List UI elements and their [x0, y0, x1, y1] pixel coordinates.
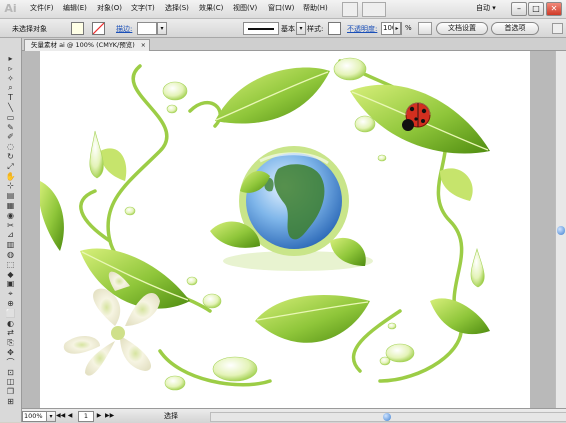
stroke-label[interactable]: 描边:	[116, 24, 132, 34]
globe	[210, 146, 373, 271]
tab-close-icon[interactable]: ×	[141, 40, 146, 51]
first-artboard-button[interactable]: ◀◀	[56, 411, 65, 420]
tool-button-23[interactable]: ◆	[4, 270, 17, 280]
tool-button-10[interactable]: ◌	[4, 142, 17, 152]
tool-button-31[interactable]: ✥	[4, 348, 17, 358]
opacity-unit: %	[405, 24, 412, 32]
tool-button-4[interactable]: ⌕	[4, 83, 17, 93]
stroke-weight-arrow[interactable]: ▾	[157, 22, 167, 35]
tool-button-13[interactable]: ✋	[4, 172, 17, 182]
status-bar: 100% ▾ ◀◀ ◀ 1 ▶ ▶▶ 选择	[22, 408, 566, 423]
workspace-switcher[interactable]: 自动 ▾	[476, 3, 496, 13]
tool-button-2[interactable]: ▹	[4, 64, 17, 74]
tool-button-25[interactable]: ⌖	[4, 289, 17, 299]
menu-edit[interactable]: 编辑(E)	[63, 3, 87, 13]
tool-button-24[interactable]: ▣	[4, 279, 17, 289]
tool-button-8[interactable]: ✎	[4, 123, 17, 133]
menu-bar: Ai 文件(F) 编辑(E) 对象(O) 文字(T) 选择(S) 效果(C) 视…	[0, 0, 566, 19]
tool-button-33[interactable]: ⊡	[4, 368, 17, 378]
tool-button-14[interactable]: ⊹	[4, 181, 17, 191]
tool-button-35[interactable]: ❐	[4, 387, 17, 397]
panel-menu-button[interactable]	[552, 23, 563, 34]
opacity-label[interactable]: 不透明度:	[347, 24, 377, 34]
next-artboard-button[interactable]: ▶	[95, 411, 103, 420]
menu-select[interactable]: 选择(S)	[165, 3, 189, 13]
tool-button-5[interactable]: T	[4, 93, 17, 103]
status-tool-label: 选择	[164, 412, 178, 420]
horizontal-scroll-thumb[interactable]	[383, 413, 391, 421]
tool-button-30[interactable]: ⎘	[4, 338, 17, 348]
style-swatch[interactable]	[328, 22, 341, 35]
app-logo: Ai	[4, 2, 17, 15]
tool-button-3[interactable]: ✧	[4, 74, 17, 84]
tool-button-1[interactable]: ▸	[4, 54, 17, 64]
document-tab-bar: 矢量素材 ai @ 100% (CMYK/预览) ×	[22, 38, 566, 51]
stroke-line-preview	[248, 28, 274, 30]
tool-button-15[interactable]: ▤	[4, 191, 17, 201]
menu-object[interactable]: 对象(O)	[97, 3, 122, 13]
bridge-button[interactable]	[342, 2, 358, 17]
tool-button-22[interactable]: ⬚	[4, 260, 17, 270]
tool-button-34[interactable]: ◫	[4, 377, 17, 387]
selection-state: 未选择对象	[12, 25, 47, 33]
vertical-scroll-thumb[interactable]	[557, 226, 565, 235]
doc-setup-button[interactable]: 文档设置	[436, 22, 488, 35]
tool-button-7[interactable]: ▭	[4, 113, 17, 123]
stroke-swatch[interactable]	[92, 22, 105, 35]
tool-button-27[interactable]: ⬜	[4, 309, 17, 319]
tool-button-29[interactable]: ⇄	[4, 328, 17, 338]
tool-button-28[interactable]: ◐	[4, 319, 17, 329]
last-artboard-button[interactable]: ▶▶	[105, 411, 114, 420]
arrange-documents-button[interactable]	[362, 2, 386, 17]
tool-button-11[interactable]: ↻	[4, 152, 17, 162]
menu-window[interactable]: 窗口(W)	[268, 3, 294, 13]
zoom-dropdown-arrow[interactable]: ▾	[46, 411, 56, 422]
brush-arrow[interactable]: ▾	[296, 22, 306, 35]
tool-button-12[interactable]: ⤢	[4, 162, 17, 172]
style-label: 样式:	[307, 25, 324, 33]
minimize-button[interactable]: –	[511, 2, 527, 16]
artwork-illustration	[38, 57, 490, 391]
horizontal-scrollbar[interactable]	[210, 412, 566, 422]
tool-button-32[interactable]: ⌒	[4, 358, 17, 368]
tool-button-6[interactable]: ╲	[4, 103, 17, 113]
vertical-scrollbar[interactable]	[555, 51, 566, 408]
tool-button-36[interactable]: ⊞	[4, 397, 17, 407]
menu-file[interactable]: 文件(F)	[30, 3, 54, 13]
menu-effect[interactable]: 效果(C)	[199, 3, 223, 13]
tool-button-19[interactable]: ⊿	[4, 230, 17, 240]
tool-button-26[interactable]: ⊕	[4, 299, 17, 309]
menu-help[interactable]: 帮助(H)	[303, 3, 328, 13]
document-tab[interactable]: 矢量素材 ai @ 100% (CMYK/预览) ×	[24, 39, 150, 51]
fill-swatch[interactable]	[71, 22, 84, 35]
artboard-number-field[interactable]: 1	[78, 411, 94, 422]
close-button[interactable]: ✕	[546, 2, 562, 16]
document-tab-title: 矢量素材 ai @ 100% (CMYK/预览)	[31, 41, 135, 49]
menu-type[interactable]: 文字(T)	[131, 3, 155, 13]
tool-button-16[interactable]: ▦	[4, 201, 17, 211]
prev-artboard-button[interactable]: ◀	[66, 411, 74, 420]
tools-panel: ▸ ▹ ✧ ⌕ T ╲ ▭ ✎ ✐ ◌ ↻ ⤢ ✋ ⊹ ▤ ▦ ◉ ✂ ⊿ ▥ ◍ ⬚ ◆ ▣ ⌖ ⊕ ⬜ ◐ ⇄ ⎘ ✥ ⌒ ⊡ ◫ ❐ ⊞	[0, 38, 22, 422]
stroke-weight-field[interactable]	[137, 22, 157, 35]
artboard[interactable]	[38, 51, 530, 408]
maximize-button[interactable]: □	[528, 2, 544, 16]
opacity-arrow[interactable]: ▸	[393, 22, 401, 35]
tool-button-18[interactable]: ✂	[4, 221, 17, 231]
tool-button-20[interactable]: ▥	[4, 240, 17, 250]
menu-view[interactable]: 视图(V)	[233, 3, 257, 13]
preferences-button[interactable]: 首选项	[491, 22, 539, 35]
recolor-button[interactable]	[418, 22, 432, 35]
tool-button-9[interactable]: ✐	[4, 132, 17, 142]
zoom-field[interactable]: 100%	[22, 411, 47, 422]
control-bar: 未选择对象 描边: ▾ 基本 ▾ 样式: 不透明度: 100 ▸ % 文档设置 …	[0, 19, 566, 38]
stroke-profile-dropdown[interactable]	[243, 22, 279, 35]
brush-label: 基本	[281, 25, 295, 33]
tool-button-21[interactable]: ◍	[4, 250, 17, 260]
tool-button-17[interactable]: ◉	[4, 211, 17, 221]
